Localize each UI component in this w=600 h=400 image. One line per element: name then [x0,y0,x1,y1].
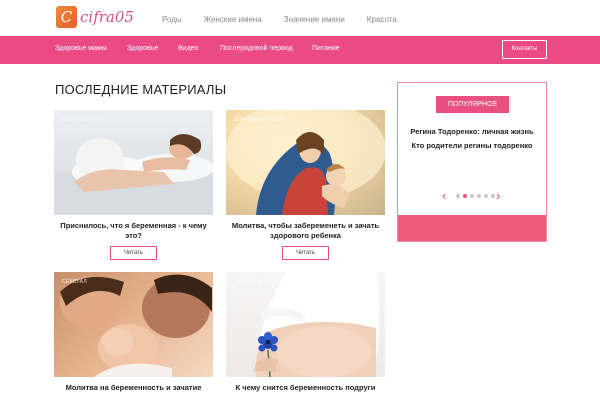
slider-dot[interactable] [484,194,488,198]
chevron-left-icon[interactable]: ‹ [442,189,446,203]
logo-text: cifra05 [80,8,134,26]
read-button[interactable]: Читать [282,246,329,260]
pregnant-woman-sleeping-illustration [54,134,213,215]
top-nav: Роды Женские имена Значение имени Красот… [162,15,419,24]
article-image-pregnant-woman-sleeping[interactable]: Что означает [54,110,213,215]
logo-badge: C [56,6,77,28]
popular-label: ПОПУЛЯРНОЕ [436,96,509,113]
article-image-parents-with-baby[interactable]: Сексуал [54,272,213,377]
slider-dot-active[interactable] [463,194,467,198]
slider-dot[interactable] [456,194,460,198]
main-nav-item-mom-health[interactable]: Здоровье мамы [55,45,107,52]
popular-slide-line-1: Регина Тодоренко: личная жизнь [410,127,534,136]
popular-widget: ПОПУЛЯРНОЕ Регина Тодоренко: личная жизн… [397,82,547,242]
popular-slide-text[interactable]: Регина Тодоренко: личная жизнь Кто родит… [398,125,546,153]
slider-dots [456,194,498,198]
article-image-madonna-painting[interactable]: Значение слова [226,110,385,215]
slider-dot[interactable] [477,194,481,198]
top-nav-item-beauty[interactable]: Красота [367,15,397,24]
top-nav-item-name-meaning[interactable]: Значение имени [284,15,345,24]
section-title: ПОСЛЕДНИЕ МАТЕРИАЛЫ [55,82,227,97]
main-nav-item-health[interactable]: Здоровье [127,45,158,52]
article-title[interactable]: Приснилось, что я беременная - к чему эт… [54,221,213,241]
top-nav-item-female-names[interactable]: Женские имена [204,15,262,24]
madonna-and-child-illustration [226,110,385,215]
slider-dot[interactable] [470,194,474,198]
article-category: Значение слова [234,117,284,123]
main-nav-item-nutrition[interactable]: Питание [312,45,340,52]
article-title[interactable]: Молитва, чтобы забеременеть и зачать здо… [226,221,385,241]
article-image-pregnant-belly-flower[interactable]: Эффект и восстановление [226,272,385,377]
popular-slide-line-2: Кто родители регины тодоренко [411,141,533,150]
popular-widget-footer [398,215,546,241]
top-bar: C cifra05 Роды Женские имена Значение им… [0,0,600,36]
parents-with-baby-illustration [60,274,212,377]
main-nav-item-video[interactable]: Видео [178,45,198,52]
article-category: Что означает [62,117,104,123]
article-title[interactable]: Молитва на беременность и зачатие [54,383,213,393]
main-nav-item-postpartum[interactable]: Послеродовой период [220,45,293,52]
article-title[interactable]: К чему снится беременность подруги [226,383,385,393]
chevron-right-icon[interactable]: › [496,189,500,203]
article-category: Эффект и восстановление [234,279,317,285]
contacts-button[interactable]: Контакты [502,40,547,59]
read-button[interactable]: Читать [110,246,157,260]
top-nav-item-births[interactable]: Роды [162,15,182,24]
pregnant-belly-with-flower-illustration [254,272,380,377]
article-category: Сексуал [62,279,87,285]
site-logo[interactable]: C cifra05 [56,5,134,29]
slider-dot[interactable] [491,194,495,198]
